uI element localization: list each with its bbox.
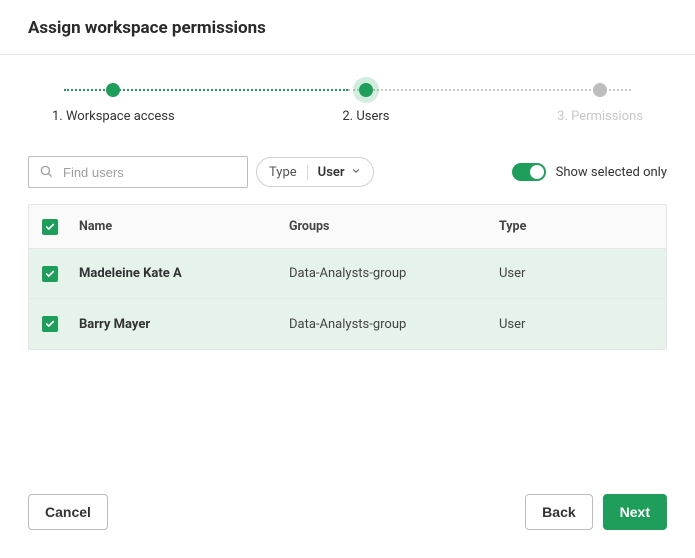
step-dot-done-icon [106, 83, 120, 97]
step-label: 1. Workspace access [52, 109, 175, 124]
row-checkbox[interactable] [42, 316, 58, 332]
col-name: Name [71, 219, 281, 234]
table-row[interactable]: Barry Mayer Data-Analysts-group User [29, 299, 666, 349]
select-all-checkbox[interactable] [42, 219, 58, 235]
controls-row: Type User Show selected only [0, 132, 695, 198]
step-workspace-access: 1. Workspace access [52, 83, 175, 124]
col-groups: Groups [281, 219, 491, 234]
cell-type: User [491, 317, 666, 332]
table-row[interactable]: Madeleine Kate A Data-Analysts-group Use… [29, 249, 666, 299]
step-label: 2. Users [342, 109, 389, 124]
search-input[interactable] [61, 164, 237, 181]
row-checkbox[interactable] [42, 266, 58, 282]
step-dot-current-icon [359, 83, 373, 97]
cell-type: User [491, 266, 666, 281]
show-selected-label: Show selected only [556, 165, 667, 180]
search-icon [39, 163, 53, 182]
step-label: 3. Permissions [557, 109, 643, 124]
type-filter-value: User [318, 165, 345, 180]
type-filter[interactable]: Type User [256, 157, 374, 187]
cell-name: Barry Mayer [71, 317, 281, 332]
stepper: 1. Workspace access 2. Users 3. Permissi… [0, 55, 695, 132]
chevron-down-icon [351, 165, 361, 180]
header: Assign workspace permissions [0, 0, 695, 55]
show-selected-toggle[interactable] [512, 163, 546, 181]
step-users: 2. Users [342, 83, 389, 124]
back-button[interactable]: Back [525, 494, 592, 530]
step-dot-pending-icon [593, 83, 607, 97]
users-table: Name Groups Type Madeleine Kate A Data-A… [28, 204, 667, 350]
footer: Cancel Back Next [0, 470, 695, 558]
cell-groups: Data-Analysts-group [281, 317, 491, 332]
col-type: Type [491, 219, 666, 234]
page-title: Assign workspace permissions [28, 18, 667, 38]
search-input-wrap[interactable] [28, 156, 248, 188]
show-selected-toggle-wrap: Show selected only [512, 163, 667, 181]
type-filter-label: Type [269, 165, 308, 180]
cell-groups: Data-Analysts-group [281, 266, 491, 281]
cancel-button[interactable]: Cancel [28, 494, 108, 530]
step-permissions: 3. Permissions [557, 83, 643, 124]
table-header: Name Groups Type [29, 205, 666, 249]
next-button[interactable]: Next [603, 494, 667, 530]
cell-name: Madeleine Kate A [71, 266, 281, 281]
